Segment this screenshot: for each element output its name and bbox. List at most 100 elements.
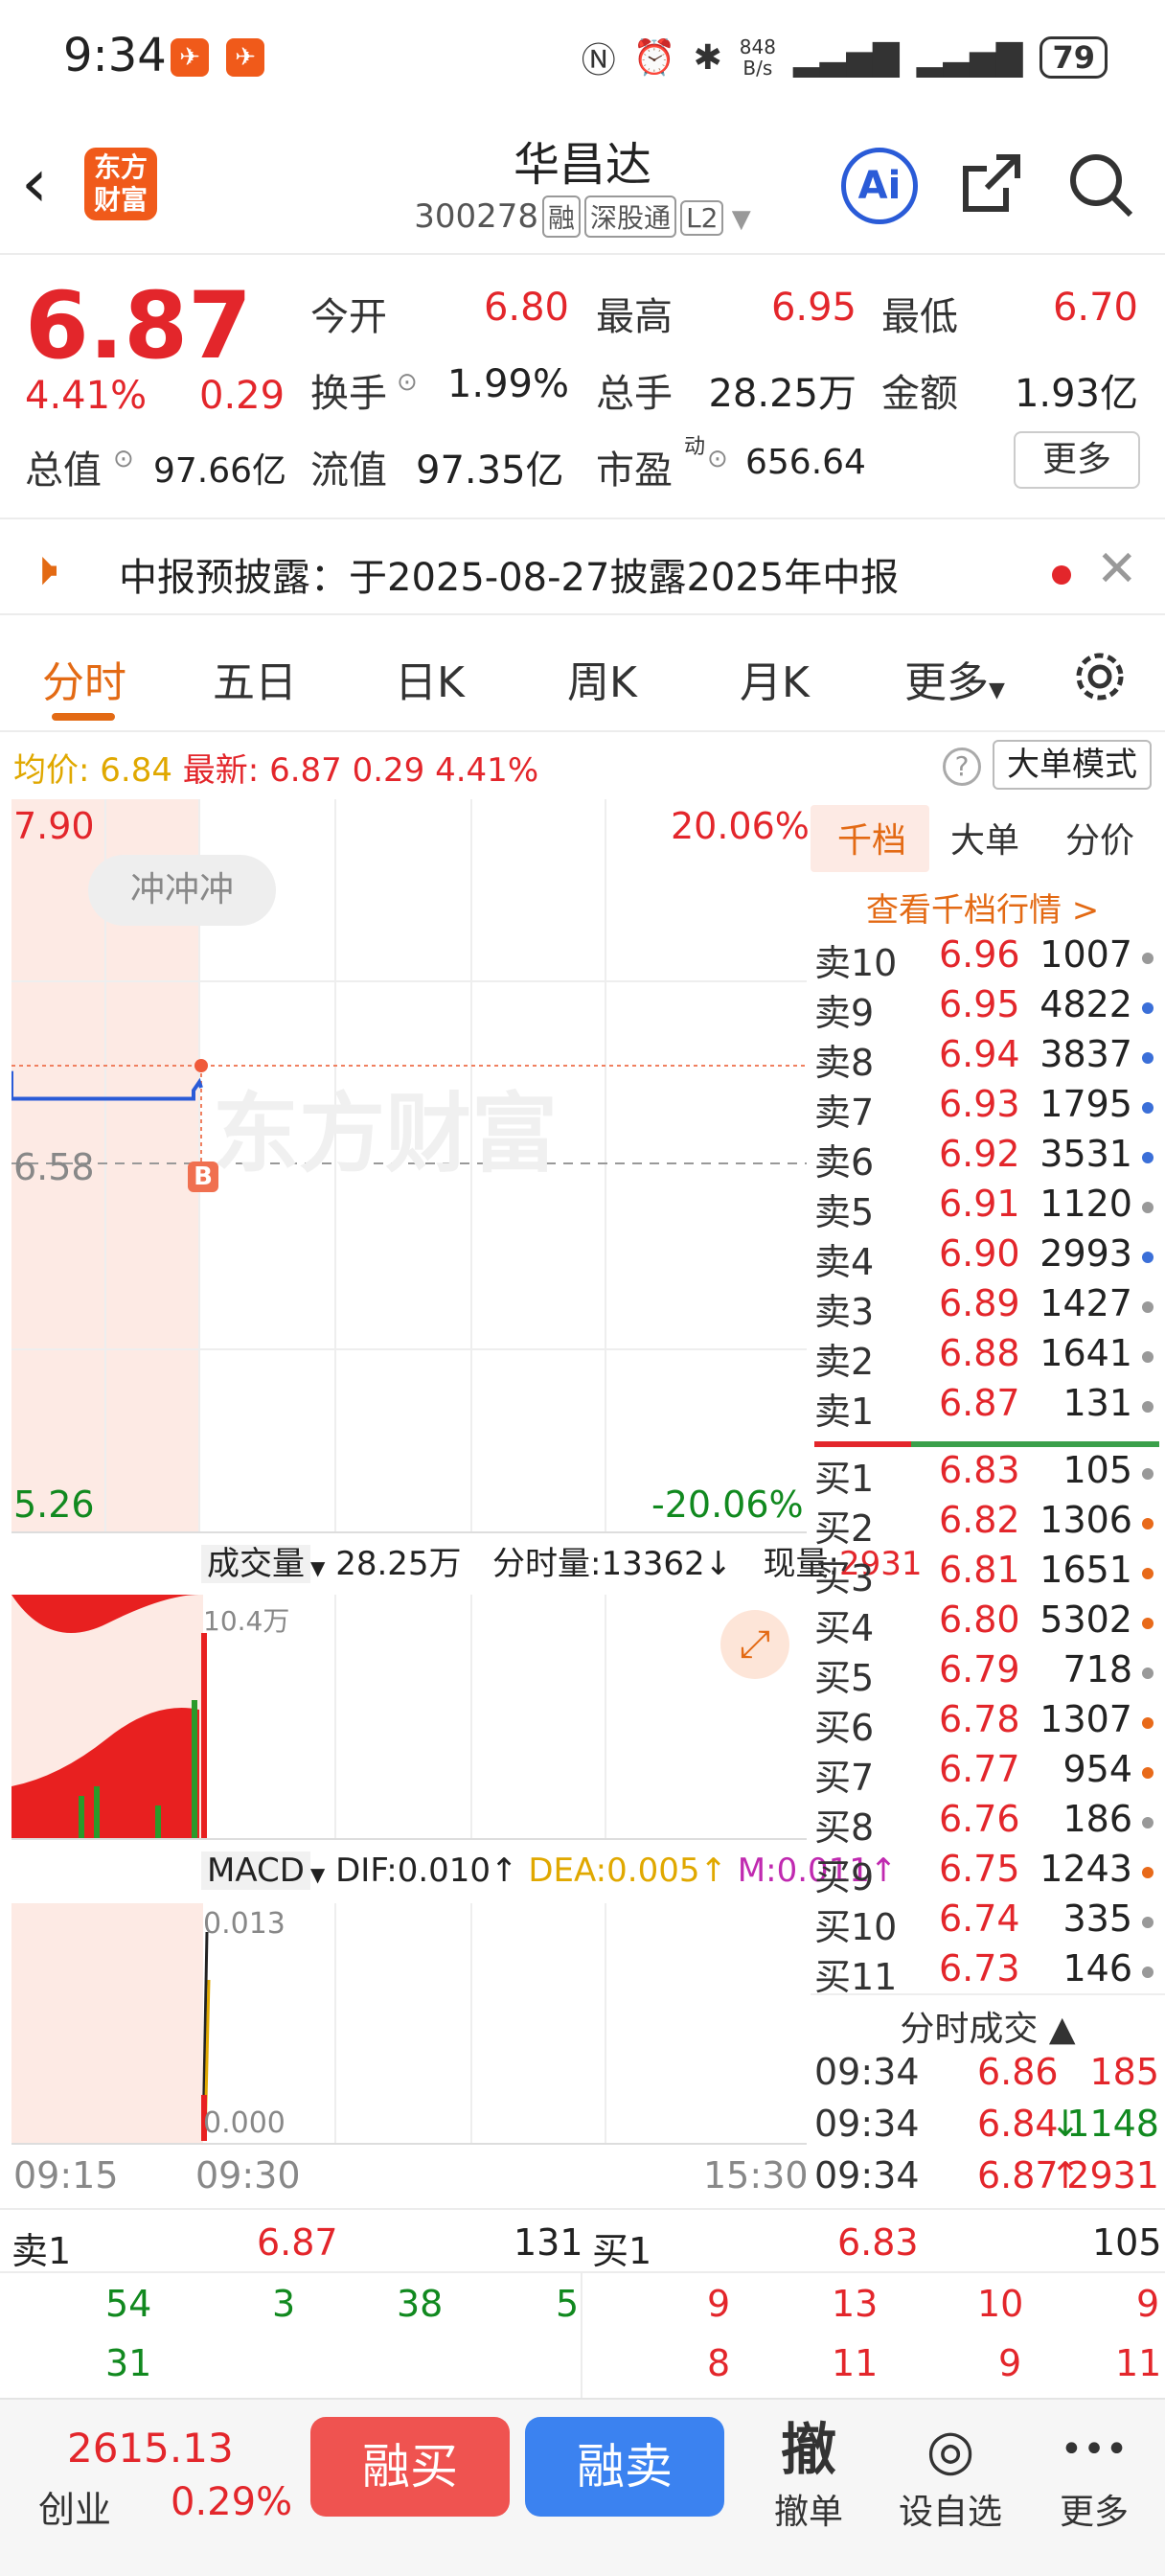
- buy-marker[interactable]: B: [188, 1162, 218, 1192]
- ask-row[interactable]: 卖2 6.88 1641: [814, 1332, 1159, 1383]
- depth-bid-price: 6.83: [837, 2221, 919, 2264]
- ai-button[interactable]: Ai: [841, 148, 918, 224]
- index-change[interactable]: 0.29%: [171, 2480, 292, 2524]
- ask-row[interactable]: 卖4 6.90 2993: [814, 1232, 1159, 1283]
- trade-volume: 2931: [1066, 2154, 1159, 2196]
- net-speed: 848 B/s: [739, 35, 776, 80]
- info-icon[interactable]: ⊙: [397, 368, 418, 397]
- bluetooth-icon: ✱: [693, 37, 722, 78]
- margin-buy-button[interactable]: 融买: [310, 2417, 510, 2517]
- level-volume: 1243: [1039, 1848, 1132, 1890]
- level-dot: [1142, 1002, 1154, 1014]
- bid-row[interactable]: 买4 6.80 5302: [814, 1598, 1159, 1649]
- share-icon[interactable]: [958, 150, 1025, 217]
- x-open-label: 09:30: [195, 2154, 301, 2196]
- big-order-mode-button[interactable]: 大单模式: [993, 740, 1152, 790]
- trade-row: 09:34 6.87 ↑ 2931: [814, 2154, 1165, 2204]
- clock: 9:34: [63, 29, 167, 82]
- bid-row[interactable]: 买6 6.78 1307: [814, 1698, 1159, 1749]
- tab-daily-k[interactable]: 日K: [395, 648, 465, 709]
- bid-row[interactable]: 买1 6.83 105: [814, 1449, 1159, 1500]
- level-price: 6.79: [939, 1648, 1020, 1690]
- pe-superscript: 动: [684, 435, 706, 459]
- level-label: 卖10: [814, 942, 898, 984]
- ask-row[interactable]: 卖6 6.92 3531: [814, 1133, 1159, 1184]
- bid-row[interactable]: 买5 6.79 718: [814, 1648, 1159, 1699]
- ask-row[interactable]: 卖9 6.95 4822: [814, 983, 1159, 1034]
- queue-order: 5: [556, 2283, 580, 2325]
- level-volume: 105: [1062, 1449, 1132, 1491]
- bid-row[interactable]: 买3 6.81 1651: [814, 1549, 1159, 1599]
- info-icon[interactable]: ⊙: [113, 445, 134, 473]
- cancel-order-button[interactable]: 撤撤单: [751, 2415, 866, 2534]
- tab-price-distribution[interactable]: 分价: [1065, 813, 1134, 862]
- open-label: 今开: [310, 295, 387, 339]
- level-label: 买5: [814, 1657, 875, 1699]
- ask-row[interactable]: 卖7 6.93 1795: [814, 1083, 1159, 1134]
- bid-row[interactable]: 买8 6.76 186: [814, 1798, 1159, 1849]
- amount-label: 金额: [881, 372, 958, 416]
- index-name[interactable]: 创业: [38, 2480, 111, 2533]
- notice-bar[interactable]: 🕨 中报预披露：于2025-08-27披露2025年中报 ✕: [0, 518, 1165, 615]
- ask-row[interactable]: 卖10 6.96 1007: [814, 933, 1159, 984]
- level-price: 6.83: [939, 1449, 1020, 1491]
- level-dot: [1142, 1568, 1154, 1579]
- status-bar: 9:34 ✈ ✈ Ⓝ ⏰ ✱ 848 B/s ▂▃▅▇ ▂▃▅▇ 79: [0, 0, 1165, 115]
- trade-price: 6.86: [977, 2051, 1059, 2093]
- margin-sell-button[interactable]: 融卖: [525, 2417, 724, 2517]
- last-price: 6.87: [25, 272, 252, 380]
- ask-row[interactable]: 卖3 6.89 1427: [814, 1282, 1159, 1333]
- level-dot: [1142, 1252, 1154, 1263]
- level-volume: 1306: [1039, 1499, 1132, 1541]
- dropdown-icon[interactable]: ▼: [723, 205, 751, 234]
- bid-row[interactable]: 买7 6.77 954: [814, 1748, 1159, 1799]
- tab-weekly-k[interactable]: 周K: [567, 648, 637, 709]
- comment-bubble[interactable]: 冲冲冲: [88, 855, 276, 926]
- change-amount: 0.29: [199, 374, 286, 418]
- ask-row[interactable]: 卖8 6.94 3837: [814, 1033, 1159, 1084]
- level-dot: [1142, 1717, 1154, 1729]
- level-label: 卖5: [814, 1191, 875, 1233]
- mktcap-label: 总值: [25, 448, 102, 493]
- high-value: 6.95: [770, 286, 857, 330]
- bid-row[interactable]: 买2 6.82 1306: [814, 1499, 1159, 1550]
- more-quote-button[interactable]: 更多: [1014, 431, 1140, 489]
- info-icon[interactable]: ⊙: [707, 445, 728, 473]
- view-levels-link[interactable]: 查看千档行情 >: [866, 884, 1099, 931]
- queue-order: 9: [998, 2342, 1022, 2384]
- help-icon[interactable]: ?: [943, 748, 981, 786]
- trade-time: 09:34: [814, 2103, 920, 2145]
- bid-row[interactable]: 买10 6.74 335: [814, 1898, 1159, 1948]
- settings-gear-icon[interactable]: [1071, 648, 1129, 705]
- level-price: 6.75: [939, 1848, 1020, 1890]
- queue-order: 11: [832, 2342, 879, 2384]
- ask-row[interactable]: 卖1 6.87 131: [814, 1382, 1159, 1433]
- trade-price: 6.84: [977, 2103, 1059, 2145]
- tab-intraday[interactable]: 分时: [42, 648, 126, 709]
- tab-more[interactable]: 更多▼: [904, 648, 1005, 709]
- tab-monthly-k[interactable]: 月K: [740, 648, 810, 709]
- float-value: 97.35亿: [416, 448, 564, 493]
- trade-time: 09:34: [814, 2154, 920, 2196]
- level-label: 买8: [814, 1806, 875, 1849]
- level-dot: [1142, 1401, 1154, 1413]
- more-button[interactable]: ••• 更多: [1037, 2415, 1152, 2534]
- level-volume: 4822: [1039, 983, 1132, 1025]
- trade-time: 09:34: [814, 2051, 920, 2093]
- tab-five-day[interactable]: 五日: [213, 648, 297, 709]
- add-watchlist-button[interactable]: ◎ 设自选: [893, 2415, 1008, 2534]
- trades-title[interactable]: 分时成交 ▲: [811, 1993, 1165, 2049]
- queue-order: 10: [977, 2283, 1024, 2325]
- expand-icon[interactable]: ⤢: [720, 1610, 789, 1679]
- level-volume: 5302: [1039, 1598, 1132, 1641]
- tab-thousand-levels[interactable]: 千档: [837, 813, 906, 862]
- close-icon[interactable]: ✕: [1096, 540, 1138, 598]
- level-volume: 335: [1062, 1898, 1132, 1940]
- macd-header[interactable]: MACD ▼ DIF:0.010↑ DEA:0.005↑ M:0.011↑: [201, 1852, 897, 1890]
- tab-big-orders[interactable]: 大单: [950, 813, 1019, 862]
- index-value[interactable]: 2615.13: [67, 2425, 234, 2472]
- search-icon[interactable]: [1065, 150, 1134, 218]
- bid-row[interactable]: 买9 6.75 1243: [814, 1848, 1159, 1898]
- ask-row[interactable]: 卖5 6.91 1120: [814, 1183, 1159, 1233]
- bid-row[interactable]: 买11 6.73 146: [814, 1947, 1159, 1993]
